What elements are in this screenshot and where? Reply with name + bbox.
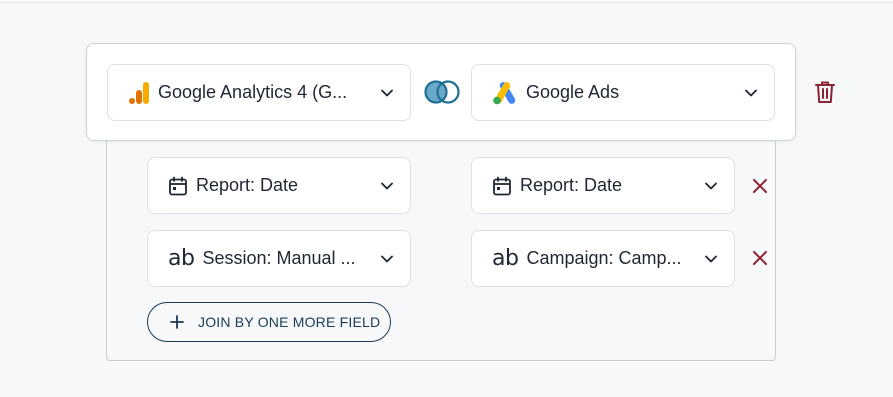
source-left-label: Google Analytics 4 (G... xyxy=(158,82,348,102)
chevron-down-icon xyxy=(381,255,393,262)
calendar-icon xyxy=(493,176,511,195)
join-field-right-1[interactable]: Report: Date xyxy=(471,157,735,214)
join-field-right-2[interactable]: ab Campaign: Camp... xyxy=(471,230,735,287)
join-field-left-1[interactable]: Report: Date xyxy=(147,157,411,214)
source-right-select[interactable]: Google Ads xyxy=(471,64,775,121)
chevron-down-icon xyxy=(745,89,757,96)
data-sources-card: Google Analytics 4 (G... Google Ads xyxy=(86,43,796,141)
source-right-label: Google Ads xyxy=(526,82,620,102)
chevron-down-icon xyxy=(705,182,717,189)
chevron-down-icon xyxy=(705,255,717,262)
join-field-left-1-label: Report: Date xyxy=(196,175,299,195)
top-divider xyxy=(0,2,893,3)
join-by-more-field-label: JOIN BY ONE MORE FIELD xyxy=(198,314,381,330)
chevron-down-icon xyxy=(381,89,393,96)
source-left-select[interactable]: Google Analytics 4 (G... xyxy=(107,64,411,121)
join-field-right-2-label: Campaign: Camp... xyxy=(526,248,682,268)
join-by-more-field-button[interactable]: JOIN BY ONE MORE FIELD xyxy=(147,302,391,342)
google-analytics-icon xyxy=(129,81,149,104)
join-field-left-2[interactable]: ab Session: Manual ... xyxy=(147,230,411,287)
plus-icon xyxy=(170,315,184,329)
remove-field-pair-2-icon[interactable] xyxy=(751,249,769,267)
text-ab-icon: ab xyxy=(492,246,519,271)
join-venn-icon xyxy=(424,80,460,104)
google-ads-icon xyxy=(493,81,516,104)
remove-field-pair-1-icon[interactable] xyxy=(751,177,769,195)
calendar-icon xyxy=(169,176,187,195)
text-ab-icon: ab xyxy=(168,246,195,271)
join-field-left-2-label: Session: Manual ... xyxy=(202,248,356,268)
trash-icon[interactable] xyxy=(813,79,837,105)
chevron-down-icon xyxy=(381,182,393,189)
join-field-right-1-label: Report: Date xyxy=(520,175,623,195)
